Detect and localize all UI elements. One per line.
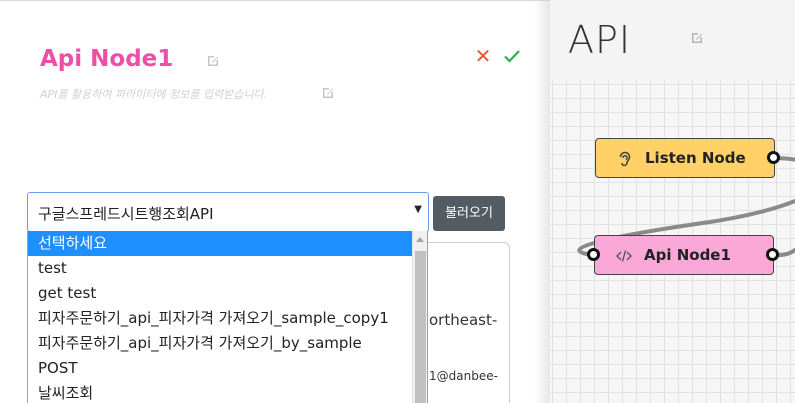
flow-canvas: API Listen Node Api Node1 [550,0,795,403]
listen-node-label: Listen Node [645,149,746,167]
dropdown-option[interactable]: 피자주문하기_api_피자가격 가져오기_by_sample [28,331,413,356]
dropdown-option[interactable]: test [28,256,413,281]
dropdown-scrollbar[interactable] [412,231,427,403]
dropdown-arrow-icon: ▼ [414,204,422,215]
dropdown-option[interactable]: get test [28,281,413,306]
dropdown-option[interactable]: 선택하세요 [28,231,413,256]
node-properties-panel: Api Node1 API를 활용하여 파라미터에 정보를 입력받습니다. ✕ … [0,0,550,403]
confirm-check-icon[interactable] [502,46,522,66]
listen-node[interactable]: Listen Node [595,138,775,178]
api-select[interactable]: 구글스프레드시트행조회API ▼ [27,192,429,232]
api-node-input-port[interactable] [587,248,600,261]
dropdown-option[interactable]: POST [28,356,413,381]
api-details-box: ortheast- 1@danbee- [414,242,510,403]
dropdown-option[interactable]: 날씨조회 [28,381,413,403]
api-details-text-region: ortheast- [429,311,498,329]
ear-icon [616,150,634,168]
app-root: Api Node1 API를 활용하여 파라미터에 정보를 입력받습니다. ✕ … [0,0,795,403]
load-button[interactable]: 불러오기 [433,196,505,231]
edit-title-icon[interactable] [206,54,220,68]
api-node-output-port[interactable] [766,248,779,261]
api-node[interactable]: Api Node1 [594,235,774,275]
scroll-up-icon[interactable] [416,237,424,242]
node-description: API를 활용하여 파라미터에 정보를 입력받습니다. [40,88,268,101]
dropdown-option[interactable]: 피자주문하기_api_피자가격 가져오기_sample_copy1 [28,306,413,331]
api-select-dropdown: 선택하세요 test get test 피자주문하기_api_피자가격 가져오기… [27,231,428,403]
api-node-label: Api Node1 [644,246,731,264]
listen-node-output-port[interactable] [767,151,780,164]
node-connections [577,156,795,258]
api-select-value: 구글스프레드시트행조회API [38,205,214,223]
api-details-text-email: 1@danbee- [429,369,498,383]
node-title: Api Node1 [40,46,174,72]
edit-description-icon[interactable] [321,86,335,100]
cancel-close-icon[interactable]: ✕ [474,46,492,66]
code-icon [615,247,633,265]
scrollbar-thumb[interactable] [415,251,426,403]
